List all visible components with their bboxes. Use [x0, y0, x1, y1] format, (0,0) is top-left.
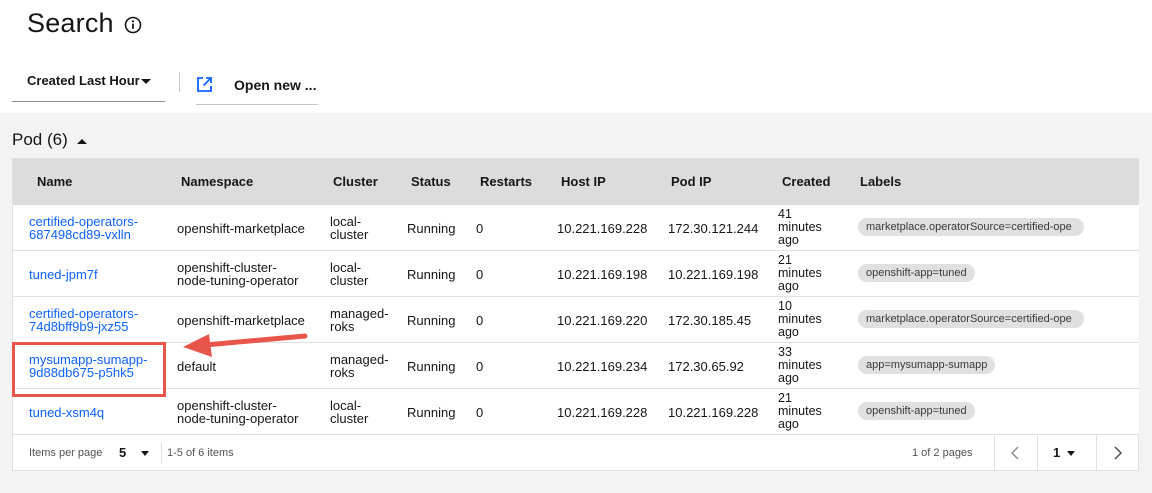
status-cell: Running [407, 313, 456, 328]
host-ip-cell: 10.221.169.228 [557, 405, 648, 420]
host-ip-cell: 10.221.169.234 [557, 359, 648, 374]
cluster-cell: local-cluster [330, 260, 369, 288]
cluster-cell: managed-roks [330, 306, 389, 334]
host-ip-cell: 10.221.169.228 [557, 221, 648, 236]
created-cell: 21 minutes ago [778, 253, 822, 293]
caret-down-icon[interactable] [141, 451, 149, 456]
column-header-cluster[interactable]: Cluster [333, 174, 378, 189]
column-header-pod-ip[interactable]: Pod IP [671, 174, 711, 189]
pod-ip-cell: 172.30.185.45 [668, 313, 752, 328]
next-page-button[interactable] [1097, 435, 1139, 471]
top-bar: Search Created Last Hour Open new ... [0, 0, 1152, 113]
time-filter-label: Created Last Hour [27, 73, 140, 88]
label-tag: marketplace.operatorSource=certified-ope [858, 218, 1084, 236]
column-header-status[interactable]: Status [411, 174, 451, 189]
toolbar-divider [179, 72, 180, 92]
pod-name-link[interactable]: tuned-xsm4q [29, 406, 104, 419]
table-row: certified-operators- 74d8bff9b9-jxz55 ope… [13, 297, 1139, 343]
restarts-cell: 0 [476, 221, 484, 236]
restarts-cell: 0 [476, 405, 484, 420]
pod-name-link[interactable]: tuned-jpm7f [29, 268, 98, 281]
pagination-bar: Items per page 5 1-5 of 6 items 1 of 2 p… [13, 434, 1139, 471]
status-cell: Running [407, 221, 456, 236]
status-cell: Running [407, 267, 456, 282]
item-range-text: 1-5 of 6 items [167, 447, 234, 459]
cluster-cell: local-cluster [330, 214, 369, 242]
namespace-cell: default [177, 359, 217, 374]
column-header-restarts[interactable]: Restarts [480, 174, 532, 189]
pod-table: Name Namespace Cluster Status Restarts H… [12, 158, 1139, 471]
column-header-name[interactable]: Name [37, 174, 72, 189]
created-cell: 21 minutes ago [778, 391, 822, 431]
host-ip-cell: 10.221.169.198 [557, 267, 648, 282]
open-new-button[interactable]: Open new ... [196, 64, 318, 105]
label-tag: openshift-app=tuned [858, 402, 975, 420]
cluster-cell: managed-roks [330, 352, 389, 380]
pager-divider [161, 443, 162, 463]
table-row: certified-operators- 687498cd89-vxlln ope… [13, 205, 1139, 251]
pod-ip-cell: 10.221.169.198 [668, 267, 759, 282]
label-tag: app=mysumapp-sumapp [858, 356, 996, 374]
namespace-cell: openshift-marketplace [177, 221, 305, 236]
namespace-cell: openshift-cluster-node-tuning-operator [177, 260, 299, 288]
pod-name-link[interactable]: mysumapp-sumapp- 9d88db675-p5hk5 [29, 353, 148, 379]
column-header-namespace[interactable]: Namespace [181, 174, 253, 189]
pod-name-link[interactable]: certified-operators- 687498cd89-vxlln [29, 215, 138, 241]
namespace-cell: openshift-cluster-node-tuning-operator [177, 398, 299, 426]
restarts-cell: 0 [476, 359, 484, 374]
items-per-page-select[interactable]: 5 [119, 445, 126, 460]
restarts-cell: 0 [476, 313, 484, 328]
launch-icon [197, 77, 212, 92]
pod-section-toggle[interactable]: Pod (6) [12, 130, 68, 150]
table-row: tuned-jpm7f openshift-cluster-node-tunin… [13, 251, 1139, 297]
pod-ip-cell: 172.30.121.244 [668, 221, 759, 236]
pager-divider [1037, 435, 1038, 471]
column-header-labels[interactable]: Labels [860, 174, 901, 189]
column-header-created[interactable]: Created [782, 174, 830, 189]
column-header-host-ip[interactable]: Host IP [561, 174, 606, 189]
table-row: mysumapp-sumapp- 9d88db675-p5hk5 default … [13, 343, 1139, 389]
created-cell: 10 minutes ago [778, 299, 822, 339]
info-icon[interactable] [124, 16, 142, 34]
label-tag: marketplace.operatorSource=certified-ope [858, 310, 1084, 328]
page-select[interactable]: 1 [1053, 445, 1060, 460]
pod-ip-cell: 10.221.169.228 [668, 405, 759, 420]
time-filter-dropdown[interactable]: Created Last Hour [12, 62, 165, 102]
created-cell: 33 minutes ago [778, 345, 822, 385]
page-title: Search [27, 8, 114, 38]
status-cell: Running [407, 359, 456, 374]
table-row: tuned-xsm4q openshift-cluster-node-tunin… [13, 389, 1139, 435]
label-tag: openshift-app=tuned [858, 264, 975, 282]
restarts-cell: 0 [476, 267, 484, 282]
caret-up-icon[interactable] [77, 139, 87, 144]
created-cell: 41 minutes ago [778, 207, 822, 247]
host-ip-cell: 10.221.169.220 [557, 313, 648, 328]
cluster-cell: local-cluster [330, 398, 369, 426]
caret-down-icon [141, 79, 151, 84]
status-cell: Running [407, 405, 456, 420]
previous-page-button[interactable] [995, 435, 1037, 471]
chevron-right-icon [1114, 446, 1123, 460]
chevron-left-icon [1010, 446, 1019, 460]
namespace-cell: openshift-marketplace [177, 313, 305, 328]
items-per-page-label: Items per page [29, 447, 103, 459]
pod-name-link[interactable]: certified-operators- 74d8bff9b9-jxz55 [29, 307, 138, 333]
table-header: Name Namespace Cluster Status Restarts H… [13, 159, 1139, 205]
pod-ip-cell: 172.30.65.92 [668, 359, 744, 374]
open-new-label: Open new ... [234, 77, 317, 93]
page-count-text: 1 of 2 pages [912, 447, 973, 459]
caret-down-icon[interactable] [1067, 451, 1075, 456]
